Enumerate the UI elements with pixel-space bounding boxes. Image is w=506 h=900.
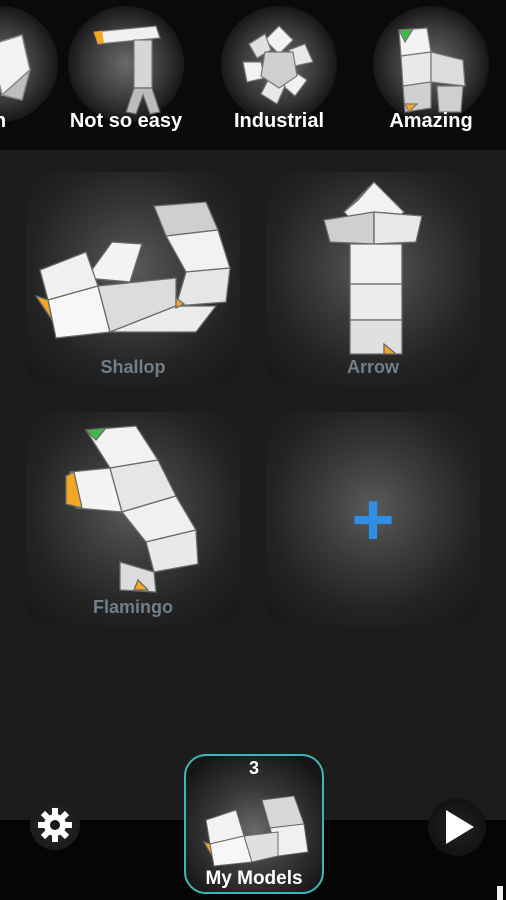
- snake-model-arrow-icon: [323, 181, 423, 355]
- category-item-industrial[interactable]: Industrial: [209, 0, 349, 150]
- category-item-not-so-easy[interactable]: Not so easy: [56, 0, 196, 150]
- settings-button[interactable]: [30, 800, 80, 850]
- play-icon: [446, 810, 474, 844]
- category-label: Not so easy: [69, 110, 183, 132]
- model-card-flamingo[interactable]: Flamingo: [26, 412, 240, 626]
- model-name: Shallop: [100, 357, 166, 377]
- category-item-amazing[interactable]: Amazing: [361, 0, 501, 150]
- play-button[interactable]: [428, 798, 486, 856]
- snake-model-shallop-icon: [34, 201, 231, 339]
- gear-icon: [38, 808, 72, 842]
- add-model-card[interactable]: +: [266, 412, 480, 626]
- plus-icon: +: [351, 478, 395, 561]
- category-carousel[interactable]: h Not so easy Industrial: [0, 0, 506, 150]
- model-name: Arrow: [346, 357, 399, 377]
- my-models-button[interactable]: 3 My Models: [184, 754, 324, 894]
- model-name: Flamingo: [93, 597, 173, 617]
- category-label: Industrial: [233, 110, 324, 132]
- edge-marker: [497, 886, 503, 900]
- my-models-label: My Models: [205, 868, 303, 889]
- model-card-arrow[interactable]: Arrow: [266, 172, 480, 386]
- snake-model-flamingo-icon: [65, 425, 199, 593]
- category-label: Amazing: [389, 110, 473, 132]
- model-card-shallop[interactable]: Shallop: [26, 172, 240, 386]
